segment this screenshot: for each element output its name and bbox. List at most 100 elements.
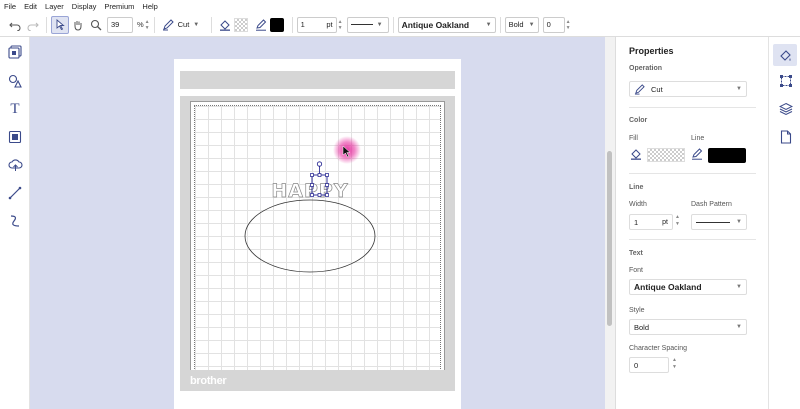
toolbar-divider — [153, 16, 155, 33]
menu-help[interactable]: Help — [142, 2, 157, 11]
style-select[interactable]: Bold ▼ — [504, 16, 539, 33]
char-spacing-input[interactable]: 0 — [542, 16, 565, 33]
line-width-unit: pt — [326, 20, 333, 29]
zoom-unit: % — [137, 20, 144, 29]
properties-panel: Properties Operation Cut ▼ Color Fill Li… — [615, 37, 768, 409]
panel-divider — [629, 239, 756, 240]
style-value: Bold — [634, 322, 650, 332]
chevron-down-icon: ▼ — [736, 86, 742, 92]
fill-properties-icon[interactable] — [773, 44, 797, 66]
left-sidebar: T — [0, 37, 30, 409]
transform-icon[interactable] — [778, 73, 793, 88]
fill-color-swatch[interactable] — [233, 17, 248, 32]
undo-icon[interactable] — [6, 16, 24, 34]
cut-pen-icon — [634, 83, 645, 95]
operation-value: Cut — [651, 84, 663, 94]
menu-premium[interactable]: Premium — [104, 2, 134, 11]
right-icon-rail — [768, 37, 800, 409]
panel-divider — [629, 107, 756, 108]
toolbar-divider — [46, 16, 47, 33]
chevron-down-icon: ▼ — [193, 21, 200, 28]
toolbar: 39 % ▲ ▼ Cut ▼ 1 pt ▲ ▼ ▼ Antique Oakland … — [0, 13, 800, 37]
font-dropdown[interactable]: Antique Oakland ▼ — [629, 279, 747, 295]
pen-icon[interactable] — [7, 213, 23, 229]
file-icon[interactable] — [778, 129, 793, 144]
line-width-input[interactable]: 1 pt — [296, 16, 337, 33]
dash-pattern-select[interactable]: ▼ — [346, 16, 389, 33]
menu-edit[interactable]: Edit — [24, 2, 37, 11]
layers-icon[interactable] — [778, 101, 793, 116]
panel-divider — [629, 173, 756, 174]
line-width-input[interactable]: 1 pt — [629, 214, 673, 230]
hand-tool-icon[interactable] — [69, 16, 87, 34]
line-color-swatch[interactable] — [269, 17, 284, 32]
vertical-scrollbar[interactable] — [605, 37, 615, 409]
menu-file[interactable]: File — [4, 2, 16, 11]
toolbar-divider — [392, 16, 394, 33]
zoom-stepper[interactable]: ▲ ▼ — [145, 19, 150, 31]
menu-layer[interactable]: Layer — [45, 2, 64, 11]
image-icon[interactable] — [7, 129, 23, 145]
line-icon[interactable] — [7, 185, 23, 201]
design-page: HAPPY brother — [174, 59, 461, 409]
text-section-label: Text — [629, 250, 643, 257]
chevron-down-icon: ▼ — [736, 219, 742, 225]
menu-bar: File Edit Layer Display Premium Help — [0, 0, 800, 13]
character-spacing-input[interactable]: 0 — [629, 357, 669, 373]
canvas-area[interactable]: HAPPY brother — [30, 37, 605, 409]
templates-icon[interactable] — [7, 44, 23, 60]
brand-logo: brother — [190, 375, 227, 387]
style-name: Bold — [508, 20, 524, 29]
width-label: Width — [629, 201, 647, 208]
fill-bucket-icon — [630, 148, 642, 160]
operation-select[interactable]: Cut ▼ — [158, 16, 207, 33]
mat-top-bar — [180, 71, 455, 89]
scrollbar-thumb[interactable] — [607, 151, 612, 326]
happy-text-object[interactable]: HAPPY — [271, 180, 348, 203]
toolbar-divider — [499, 16, 501, 33]
style-label: Style — [629, 307, 645, 314]
width-stepper[interactable]: ▲ ▼ — [675, 214, 680, 228]
line-pen-icon[interactable] — [252, 16, 270, 34]
line-pen-icon — [691, 148, 703, 160]
cutting-mat: HAPPY — [180, 96, 455, 390]
width-unit: pt — [662, 218, 668, 226]
width-value: 1 — [634, 217, 639, 227]
line-width-stepper[interactable]: ▲ ▼ — [338, 19, 343, 31]
cloud-icon[interactable] — [7, 157, 23, 173]
text-icon[interactable]: T — [7, 101, 23, 117]
chevron-down-icon: ▼ — [485, 21, 492, 28]
operation-section-label: Operation — [629, 65, 663, 72]
solid-line-preview — [350, 24, 373, 25]
style-dropdown[interactable]: Bold ▼ — [629, 319, 747, 335]
chevron-down-icon: ▼ — [528, 21, 535, 28]
redo-icon[interactable] — [24, 16, 42, 34]
line-section-label: Line — [629, 184, 644, 191]
font-select[interactable]: Antique Oakland ▼ — [397, 16, 496, 33]
design-objects: HAPPY — [244, 136, 376, 273]
character-spacing-stepper[interactable]: ▲ ▼ — [672, 357, 677, 371]
line-width-value: 1 — [300, 20, 305, 29]
font-name: Antique Oakland — [401, 19, 470, 30]
line-color-swatch[interactable] — [708, 148, 746, 163]
cut-pen-icon — [162, 18, 174, 30]
operation-dropdown[interactable]: Cut ▼ — [629, 81, 747, 97]
solid-line-preview — [696, 221, 730, 223]
dash-pattern-dropdown[interactable]: ▼ — [691, 214, 747, 230]
zoom-input[interactable]: 39 — [107, 16, 133, 33]
fill-color-swatch[interactable] — [647, 148, 685, 162]
chevron-down-icon: ▼ — [736, 324, 742, 330]
character-spacing-label: Character Spacing — [629, 345, 687, 352]
select-tool-icon[interactable] — [51, 15, 69, 34]
menu-display[interactable]: Display — [72, 2, 97, 11]
fill-bucket-icon[interactable] — [216, 16, 234, 34]
font-value: Antique Oakland — [634, 282, 702, 292]
shapes-icon[interactable] — [7, 73, 23, 89]
char-spacing-stepper[interactable]: ▲ ▼ — [566, 19, 571, 31]
ellipse-shape[interactable] — [244, 199, 376, 273]
toolbar-divider — [210, 16, 212, 33]
operation-label: Cut — [177, 20, 190, 29]
chevron-down-icon: ▼ — [376, 21, 383, 28]
fill-label: Fill — [629, 135, 638, 142]
zoom-icon[interactable] — [87, 16, 105, 34]
